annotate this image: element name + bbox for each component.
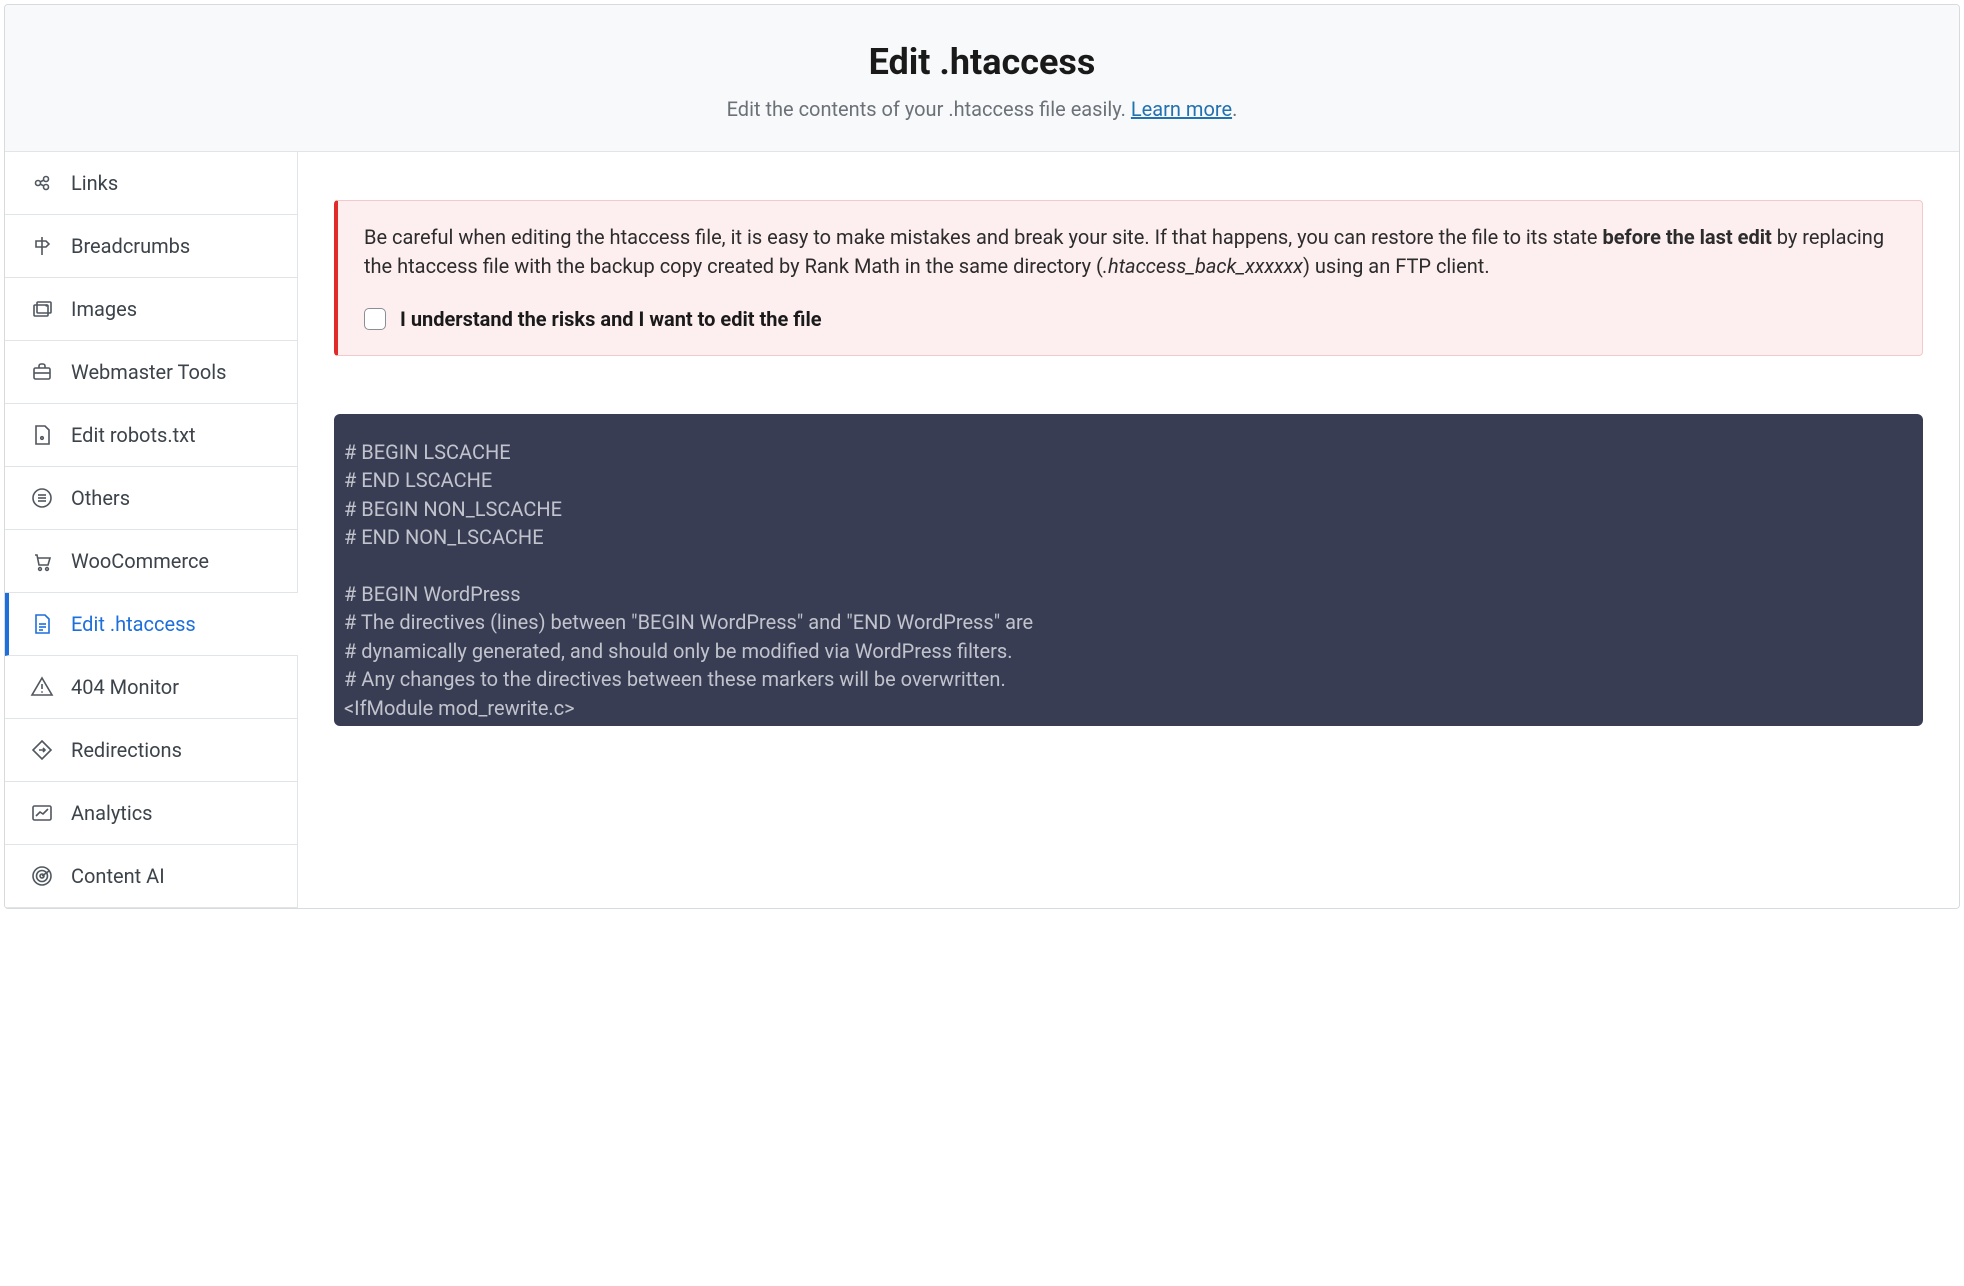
sidebar-item-label: 404 Monitor — [71, 675, 179, 699]
list-circle-icon — [29, 485, 55, 511]
sidebar-item-label: Webmaster Tools — [71, 360, 226, 384]
sidebar-item-label: Breadcrumbs — [71, 234, 190, 258]
warning-text: Be careful when editing the htaccess fil… — [364, 223, 1896, 281]
sidebar-item-redirections[interactable]: Redirections — [5, 719, 297, 782]
sidebar-item-label: Content AI — [71, 864, 165, 888]
warning-backup-name: .htaccess_back_xxxxxx — [1103, 254, 1303, 278]
warning-box: Be careful when editing the htaccess fil… — [334, 200, 1923, 356]
briefcase-icon — [29, 359, 55, 385]
sidebar-item-edit-htaccess[interactable]: Edit .htaccess — [5, 593, 297, 656]
page-container: Edit .htaccess Edit the contents of your… — [4, 4, 1960, 909]
sidebar: Links Breadcrumbs Images Webmaster Tools Edi… — [5, 152, 298, 908]
consent-row: I understand the risks and I want to edi… — [364, 307, 1896, 331]
consent-checkbox[interactable] — [364, 308, 386, 330]
htaccess-code-viewer: # BEGIN LSCACHE # END LSCACHE # BEGIN NO… — [334, 414, 1923, 726]
sidebar-item-label: Others — [71, 486, 130, 510]
subtitle-suffix: . — [1232, 97, 1237, 121]
cart-icon — [29, 548, 55, 574]
page-subtitle: Edit the contents of your .htaccess file… — [25, 97, 1939, 121]
images-icon — [29, 296, 55, 322]
sidebar-item-breadcrumbs[interactable]: Breadcrumbs — [5, 215, 297, 278]
consent-label[interactable]: I understand the risks and I want to edi… — [400, 307, 822, 331]
main-content: Be careful when editing the htaccess fil… — [298, 152, 1959, 908]
warning-text-part1: Be careful when editing the htaccess fil… — [364, 225, 1602, 249]
sidebar-item-label: WooCommerce — [71, 549, 209, 573]
links-icon — [29, 170, 55, 196]
sidebar-item-label: Edit robots.txt — [71, 423, 196, 447]
warning-bold: before the last edit — [1602, 225, 1771, 249]
sidebar-item-label: Edit .htaccess — [71, 612, 196, 636]
diamond-arrow-icon — [29, 737, 55, 763]
sidebar-item-others[interactable]: Others — [5, 467, 297, 530]
file-robot-icon — [29, 422, 55, 448]
page-body: Links Breadcrumbs Images Webmaster Tools Edi… — [5, 152, 1959, 908]
learn-more-link[interactable]: Learn more — [1131, 97, 1232, 121]
warning-icon — [29, 674, 55, 700]
page-header: Edit .htaccess Edit the contents of your… — [5, 5, 1959, 152]
sidebar-item-edit-robots[interactable]: Edit robots.txt — [5, 404, 297, 467]
sidebar-item-webmaster-tools[interactable]: Webmaster Tools — [5, 341, 297, 404]
sidebar-item-label: Analytics — [71, 801, 153, 825]
radar-icon — [29, 863, 55, 889]
sidebar-item-woocommerce[interactable]: WooCommerce — [5, 530, 297, 593]
sidebar-item-analytics[interactable]: Analytics — [5, 782, 297, 845]
page-title: Edit .htaccess — [25, 41, 1939, 83]
subtitle-text: Edit the contents of your .htaccess file… — [727, 97, 1131, 121]
sidebar-item-label: Redirections — [71, 738, 182, 762]
sidebar-item-images[interactable]: Images — [5, 278, 297, 341]
warning-text-part3: ) using an FTP client. — [1303, 254, 1490, 278]
file-text-icon — [29, 611, 55, 637]
chart-icon — [29, 800, 55, 826]
sidebar-item-label: Images — [71, 297, 137, 321]
sidebar-item-content-ai[interactable]: Content AI — [5, 845, 297, 908]
signpost-icon — [29, 233, 55, 259]
sidebar-item-404-monitor[interactable]: 404 Monitor — [5, 656, 297, 719]
sidebar-item-links[interactable]: Links — [5, 152, 297, 215]
sidebar-item-label: Links — [71, 171, 118, 195]
